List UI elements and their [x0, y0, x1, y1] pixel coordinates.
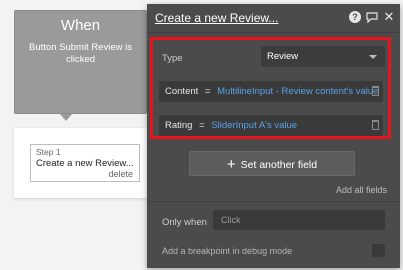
close-icon[interactable]: ✕: [383, 10, 395, 23]
set-another-field-label: Set another field: [240, 159, 318, 171]
event-description: Button Submit Review is clicked: [29, 42, 132, 65]
chevron-down-icon: [369, 55, 377, 59]
trash-icon[interactable]: [372, 86, 379, 96]
divider: [147, 201, 400, 202]
field-name: Rating: [165, 120, 193, 131]
field-name: Content: [165, 86, 199, 97]
event-card[interactable]: When Button Submit Review is clicked: [14, 10, 147, 114]
type-dropdown[interactable]: Review: [261, 46, 385, 67]
panel-header: Create a new Review... ? ✕: [147, 4, 400, 33]
field-equals: =: [199, 120, 205, 131]
comment-icon[interactable]: [366, 11, 378, 24]
action-panel: Create a new Review... ? ✕ Type Review C…: [147, 4, 400, 268]
only-when-label: Only when: [162, 217, 207, 228]
event-title: When: [60, 17, 101, 34]
steps-area: Step 1 Create a new Review... delete: [14, 128, 166, 198]
panel-title[interactable]: Create a new Review...: [155, 11, 278, 25]
plus-icon: +: [226, 156, 236, 173]
trash-icon[interactable]: [372, 120, 379, 130]
step-card[interactable]: Step 1 Create a new Review... delete: [30, 144, 140, 182]
field-row-rating[interactable]: Rating = SliderInput A's value: [159, 115, 383, 136]
field-value[interactable]: MultilineInput - Review content's value: [217, 86, 378, 97]
type-value: Review: [267, 51, 299, 62]
step-name: Create a new Review...: [36, 158, 134, 169]
add-all-fields-link[interactable]: Add all fields: [336, 185, 387, 195]
field-value[interactable]: SliderInput A's value: [211, 120, 297, 131]
event-pointer: [60, 114, 72, 121]
help-icon[interactable]: ?: [349, 11, 361, 23]
only-when-input[interactable]: Click: [213, 210, 385, 230]
field-row-content[interactable]: Content = MultilineInput - Review conten…: [159, 81, 383, 102]
field-equals: =: [204, 86, 211, 97]
breakpoint-label: Add a breakpoint in debug mode: [162, 246, 293, 256]
breakpoint-checkbox[interactable]: [372, 244, 385, 257]
step-number: Step 1: [36, 147, 61, 157]
type-label: Type: [162, 53, 183, 64]
set-another-field-button[interactable]: + Set another field: [189, 151, 355, 176]
step-delete-link[interactable]: delete: [108, 169, 133, 179]
